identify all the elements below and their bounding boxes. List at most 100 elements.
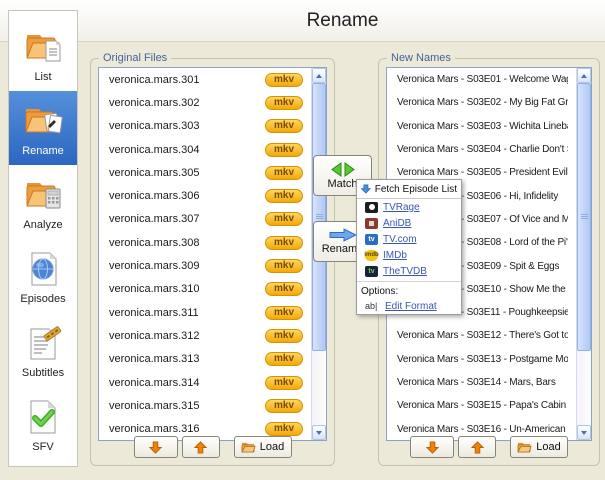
menu-item-edit-format[interactable]: ab| Edit Format	[357, 298, 461, 314]
episode-row[interactable]: Veronica Mars - S03E13 - Postgame Mortem	[387, 348, 576, 371]
menu-item-label[interactable]: IMDb	[383, 250, 407, 261]
up-arrow-icon	[471, 441, 484, 454]
popup-header: Fetch Episode List	[357, 180, 461, 199]
episode-row[interactable]: Veronica Mars - S03E04 - Charlie Don't S…	[387, 138, 576, 161]
match-arrows-icon	[330, 162, 356, 177]
menu-item-label[interactable]: TheTVDB	[383, 266, 427, 277]
episode-name: Veronica Mars - S03E02 - My Big Fat Gree…	[397, 97, 568, 108]
scroll-up-button[interactable]	[312, 68, 326, 83]
menu-item-label[interactable]: AniDB	[383, 218, 411, 229]
file-type-badge: mkv	[265, 306, 303, 320]
page-title: Rename	[80, 0, 605, 42]
anidb-icon	[365, 218, 378, 229]
file-name: veronica.mars.312	[109, 330, 265, 342]
move-down-button[interactable]	[410, 436, 454, 458]
episode-row[interactable]: Veronica Mars - S03E02 - My Big Fat Gree…	[387, 91, 576, 114]
episode-name: Veronica Mars - S03E01 - Welcome Wagon	[397, 74, 568, 85]
sidebar-item-subtitles[interactable]: Subtitles	[9, 313, 77, 387]
file-type-badge: mkv	[265, 282, 303, 296]
file-row[interactable]: veronica.mars.302mkv	[99, 91, 311, 114]
file-name: veronica.mars.316	[109, 423, 265, 435]
file-row[interactable]: veronica.mars.306mkv	[99, 184, 311, 207]
file-name: veronica.mars.308	[109, 237, 265, 249]
file-row[interactable]: veronica.mars.305mkv	[99, 161, 311, 184]
file-name: veronica.mars.302	[109, 97, 265, 109]
menu-item-label[interactable]: TVRage	[383, 202, 420, 213]
file-type-badge: mkv	[265, 259, 303, 273]
file-row[interactable]: veronica.mars.313mkv	[99, 348, 311, 371]
options-label: Options:	[357, 284, 461, 298]
scrollbar[interactable]	[576, 68, 591, 440]
load-button[interactable]: Load	[234, 436, 292, 458]
file-name: veronica.mars.304	[109, 144, 265, 156]
episode-row[interactable]: Veronica Mars - S03E15 - Papa's Cabin	[387, 394, 576, 417]
scroll-up-button[interactable]	[577, 68, 591, 83]
episode-row[interactable]: Veronica Mars - S03E14 - Mars, Bars	[387, 371, 576, 394]
menu-item-imdb[interactable]: imdb IMDb	[357, 247, 461, 263]
file-type-badge: mkv	[265, 329, 303, 343]
file-row[interactable]: veronica.mars.315mkv	[99, 394, 311, 417]
file-row[interactable]: veronica.mars.309mkv	[99, 254, 311, 277]
file-name: veronica.mars.314	[109, 377, 265, 389]
move-up-button[interactable]	[458, 436, 496, 458]
scrollbar-thumb[interactable]	[577, 83, 591, 351]
file-row[interactable]: veronica.mars.314mkv	[99, 371, 311, 394]
grip-icon	[581, 214, 588, 215]
episode-name: Veronica Mars - S03E05 - President Evil	[397, 167, 568, 178]
menu-item-label[interactable]: TV.com	[383, 234, 417, 245]
load-button-label: Load	[260, 441, 284, 453]
sidebar-item-label: Episodes	[20, 293, 65, 305]
menu-item-label[interactable]: Edit Format	[385, 301, 437, 312]
episode-row[interactable]: Veronica Mars - S03E12 - There's Got to …	[387, 324, 576, 347]
file-row[interactable]: veronica.mars.301mkv	[99, 68, 311, 91]
sidebar-item-analyze[interactable]: Analyze	[9, 165, 77, 239]
file-row[interactable]: veronica.mars.307mkv	[99, 208, 311, 231]
menu-item-thetvdb[interactable]: tv TheTVDB	[357, 263, 461, 279]
sidebar-item-label: List	[34, 71, 51, 83]
sidebar-item-sfv[interactable]: SFV	[9, 387, 77, 461]
sidebar-item-episodes[interactable]: Episodes	[9, 239, 77, 313]
file-name: veronica.mars.306	[109, 190, 265, 202]
move-down-button[interactable]	[134, 436, 178, 458]
new-names-label: New Names	[387, 52, 455, 64]
file-row[interactable]: veronica.mars.308mkv	[99, 231, 311, 254]
scrollbar-thumb[interactable]	[312, 83, 326, 351]
menu-item-tvcom[interactable]: tv TV.com	[357, 231, 461, 247]
menu-item-tvrage[interactable]: TVRage	[357, 199, 461, 215]
episode-row[interactable]: Veronica Mars - S03E01 - Welcome Wagon	[387, 68, 576, 91]
file-name: veronica.mars.301	[109, 74, 265, 86]
tvrage-icon	[365, 202, 378, 213]
load-button[interactable]: Load	[510, 436, 568, 458]
thetvdb-icon: tv	[365, 266, 378, 277]
file-row[interactable]: veronica.mars.304mkv	[99, 138, 311, 161]
file-row[interactable]: veronica.mars.303mkv	[99, 115, 311, 138]
file-name: veronica.mars.305	[109, 167, 265, 179]
match-button-label: Match	[328, 178, 358, 190]
file-type-badge: mkv	[265, 399, 303, 413]
chevron-up-icon	[316, 74, 322, 78]
down-arrow-icon	[149, 441, 162, 454]
file-type-badge: mkv	[265, 236, 303, 250]
check-page-icon	[20, 396, 66, 438]
sidebar-item-list[interactable]: List	[9, 17, 77, 91]
tvcom-icon: tv	[365, 234, 378, 245]
episode-name: Veronica Mars - S03E04 - Charlie Don't S…	[397, 144, 568, 155]
move-up-button[interactable]	[182, 436, 220, 458]
file-row[interactable]: veronica.mars.310mkv	[99, 278, 311, 301]
sidebar-item-rename[interactable]: Rename	[9, 91, 77, 165]
file-name: veronica.mars.309	[109, 260, 265, 272]
file-type-badge: mkv	[265, 212, 303, 226]
file-name: veronica.mars.310	[109, 283, 265, 295]
file-row[interactable]: veronica.mars.312mkv	[99, 324, 311, 347]
menu-item-anidb[interactable]: AniDB	[357, 215, 461, 231]
episode-name: Veronica Mars - S03E16 - Un-American Gra…	[397, 424, 568, 435]
sidebar-item-label: Subtitles	[22, 367, 64, 379]
episode-name: Veronica Mars - S03E15 - Papa's Cabin	[397, 400, 566, 411]
sidebar-item-label: Analyze	[23, 219, 62, 231]
load-button-label: Load	[536, 441, 560, 453]
file-name: veronica.mars.315	[109, 400, 265, 412]
file-type-badge: mkv	[265, 376, 303, 390]
file-name: veronica.mars.313	[109, 353, 265, 365]
file-row[interactable]: veronica.mars.311mkv	[99, 301, 311, 324]
episode-row[interactable]: Veronica Mars - S03E03 - Wichita Linebac…	[387, 115, 576, 138]
